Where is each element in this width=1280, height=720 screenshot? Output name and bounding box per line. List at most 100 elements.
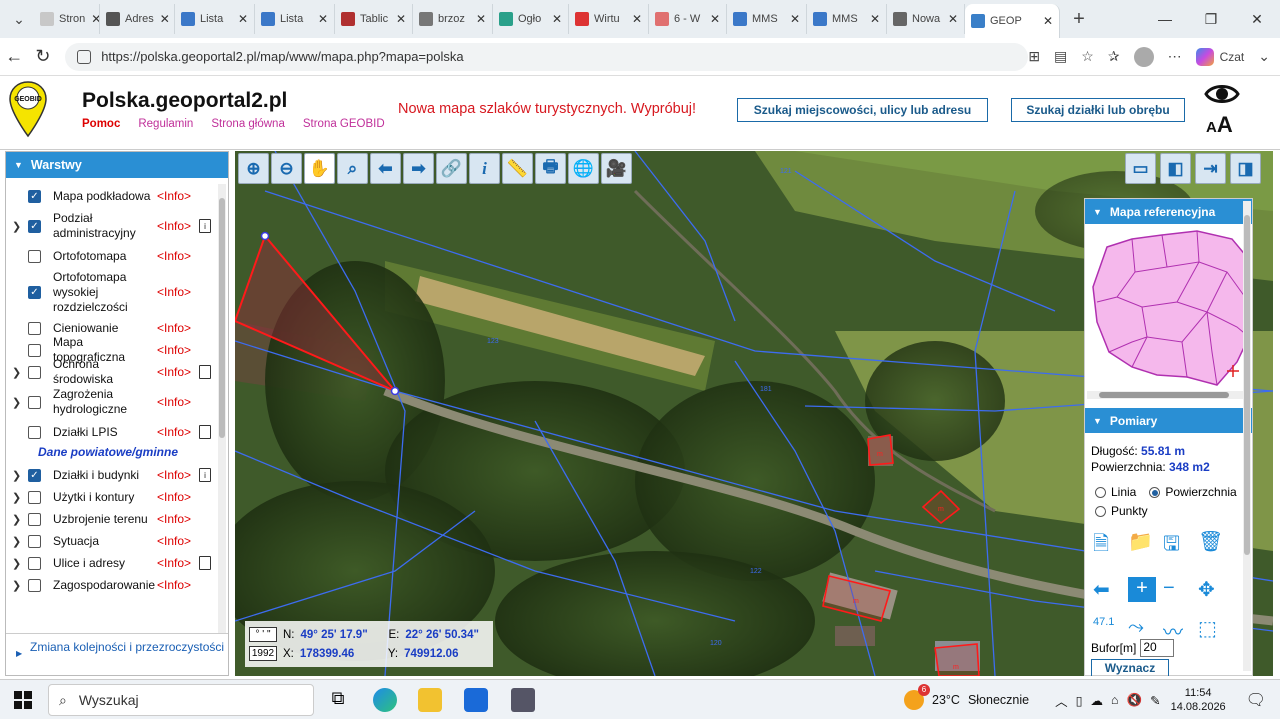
layer-checkbox[interactable] bbox=[28, 534, 41, 548]
expand-chevron-icon[interactable]: ❯ bbox=[12, 396, 21, 409]
save-icon[interactable]: 🖫 bbox=[1163, 529, 1198, 563]
layer-checkbox[interactable] bbox=[28, 578, 41, 592]
search-address-button[interactable]: Szukaj miejscowości, ulicy lub adresu bbox=[737, 98, 988, 122]
layer-info-link[interactable]: <Info> bbox=[157, 365, 191, 379]
tab-close-icon[interactable]: ✕ bbox=[784, 12, 800, 26]
layer-checkbox[interactable]: ✓ bbox=[28, 285, 41, 299]
geobid-logo[interactable]: GEOBID bbox=[8, 80, 48, 138]
tab-close-icon[interactable]: ✕ bbox=[1037, 14, 1053, 28]
tray-cloud-icon[interactable]: ☁ bbox=[1091, 693, 1104, 708]
browser-tab[interactable]: Adres ✕ bbox=[100, 4, 175, 34]
browser-tab[interactable]: Nowa ✕ bbox=[887, 4, 965, 34]
clock[interactable]: 11:54 14.08.2026 bbox=[1171, 686, 1226, 714]
expand-chevron-icon[interactable]: ❯ bbox=[12, 535, 21, 548]
layer-checkbox[interactable]: ✓ bbox=[28, 189, 41, 203]
layout-left-icon[interactable]: ◧ bbox=[1160, 153, 1191, 184]
add-vertex-icon[interactable]: + bbox=[1128, 577, 1156, 602]
layer-checkbox[interactable] bbox=[28, 365, 41, 379]
promo-link[interactable]: Nowa mapa szlaków turystycznych. Wypróbu… bbox=[398, 101, 696, 117]
terms-link[interactable]: Regulamin bbox=[138, 118, 193, 130]
layer-item[interactable]: Ortofotomapa <Info> bbox=[6, 246, 214, 266]
layer-checkbox[interactable] bbox=[28, 556, 41, 570]
new-tab-plus-icon[interactable]: + bbox=[1064, 4, 1094, 34]
layer-doc-icon[interactable] bbox=[199, 365, 212, 379]
favorite-star-icon[interactable]: ☆ bbox=[1081, 48, 1094, 65]
home-link[interactable]: Strona główna bbox=[211, 118, 285, 130]
browser-tab[interactable]: GEOP ✕ bbox=[965, 4, 1060, 38]
panel-scrollbar[interactable] bbox=[1243, 201, 1251, 671]
task-view-icon[interactable]: ⧉ bbox=[326, 688, 350, 712]
geobid-link[interactable]: Strona GEOBID bbox=[303, 118, 385, 130]
layer-checkbox[interactable] bbox=[28, 512, 41, 526]
layer-info-link[interactable]: <Info> bbox=[157, 189, 191, 203]
layer-info-link[interactable]: <Info> bbox=[157, 395, 191, 409]
tab-close-icon[interactable]: ✕ bbox=[390, 12, 406, 26]
layer-info-link[interactable]: <Info> bbox=[157, 219, 191, 233]
layers-scrollbar[interactable] bbox=[218, 184, 226, 634]
layer-info-doc-icon[interactable]: i bbox=[199, 468, 212, 482]
tab-close-icon[interactable]: ✕ bbox=[154, 12, 170, 26]
expand-chevron-icon[interactable]: ❯ bbox=[12, 366, 21, 379]
zoom-window-icon[interactable]: ⌕ bbox=[337, 153, 368, 184]
layer-info-link[interactable]: <Info> bbox=[157, 343, 191, 357]
layer-item[interactable]: ❯ ✓ Działki i budynki <Info> i bbox=[6, 465, 214, 485]
layer-checkbox[interactable] bbox=[28, 490, 41, 504]
expand-chevron-icon[interactable]: ❯ bbox=[12, 491, 21, 504]
minimize-icon[interactable]: — bbox=[1142, 11, 1188, 28]
tray-chevron-icon[interactable]: ︿ bbox=[1055, 691, 1068, 710]
browser-tab[interactable]: brzoz ✕ bbox=[413, 4, 493, 34]
zoom-out-icon[interactable]: ⊖ bbox=[271, 153, 302, 184]
browser-tab[interactable]: Wirtu ✕ bbox=[569, 4, 649, 34]
camera-icon[interactable]: 🎥 bbox=[601, 153, 632, 184]
back-arrow-icon[interactable]: ← bbox=[0, 46, 29, 67]
layer-checkbox[interactable] bbox=[28, 395, 41, 409]
buffer-input[interactable]: 20 bbox=[1140, 639, 1175, 657]
layer-doc-icon[interactable] bbox=[199, 425, 212, 439]
tray-pen-icon[interactable]: ✎ bbox=[1150, 693, 1160, 708]
clipboard-app-icon[interactable] bbox=[511, 688, 535, 712]
layer-checkbox[interactable]: ✓ bbox=[28, 468, 41, 482]
layer-info-link[interactable]: <Info> bbox=[157, 425, 191, 439]
crs-1992-button[interactable]: 1992 bbox=[249, 646, 277, 661]
windows-start-icon[interactable] bbox=[14, 691, 32, 709]
layers-panel-header[interactable]: ▼ Warstwy bbox=[6, 152, 228, 178]
layer-checkbox[interactable] bbox=[28, 321, 41, 335]
layer-item[interactable]: ✓ Ortofotomapa wysokiej rozdzielczości <In… bbox=[6, 268, 214, 316]
new-document-icon[interactable]: 🗎 bbox=[1093, 529, 1128, 563]
browser-tab[interactable]: Tablic ✕ bbox=[335, 4, 413, 34]
layer-info-link[interactable]: <Info> bbox=[157, 321, 191, 335]
pan-hand-icon[interactable]: ✋ bbox=[304, 153, 335, 184]
expand-chevron-icon[interactable]: ❯ bbox=[12, 469, 21, 482]
tab-close-icon[interactable]: ✕ bbox=[312, 12, 328, 26]
close-window-icon[interactable]: ✕ bbox=[1234, 11, 1280, 28]
layer-order-link[interactable]: ▶ Zmiana kolejności i przezroczystości bbox=[6, 633, 228, 675]
notifications-icon[interactable]: 🗨 bbox=[1246, 690, 1266, 710]
taskbar-search[interactable]: ⌕ Wyszukaj bbox=[48, 684, 314, 716]
layout-right-icon[interactable]: ◨ bbox=[1230, 153, 1261, 184]
layer-item[interactable]: ❯ Zagospodarowanie <Info> bbox=[6, 575, 214, 595]
tab-actions-chevron-icon[interactable]: ⌄ bbox=[4, 4, 34, 34]
move-vertex-icon[interactable]: ✥ bbox=[1198, 577, 1233, 602]
layer-item[interactable]: ❯ ✓ Podział administracyjny <Info> i bbox=[6, 208, 214, 244]
copilot-button[interactable]: Czat bbox=[1195, 47, 1244, 66]
file-explorer-icon[interactable] bbox=[418, 688, 442, 712]
search-parcel-button[interactable]: Szukaj działki lub obrębu bbox=[1011, 98, 1185, 122]
browser-tab[interactable]: 6 - W ✕ bbox=[649, 4, 727, 34]
calculate-button[interactable]: Wyznacz bbox=[1091, 659, 1169, 676]
split-screen-icon[interactable]: ⊞ bbox=[1028, 48, 1040, 65]
favorites-icon[interactable]: ✰ bbox=[1108, 48, 1120, 65]
contrast-eye-icon[interactable] bbox=[1204, 82, 1240, 106]
sidebar-chevron-icon[interactable]: ⌄ bbox=[1258, 48, 1270, 65]
tab-close-icon[interactable]: ✕ bbox=[470, 12, 486, 26]
map-canvas[interactable]: 121 123 181 122 120 m m m m ⊕ ⊖ ✋ ⌕ ⬅ ➡ … bbox=[235, 151, 1273, 676]
zoom-in-icon[interactable]: ⊕ bbox=[238, 153, 269, 184]
expand-chevron-icon[interactable]: ❯ bbox=[12, 579, 21, 592]
tab-close-icon[interactable]: ✕ bbox=[704, 12, 720, 26]
layer-item[interactable]: ❯ Zagrożenia hydrologiczne <Info> bbox=[6, 384, 214, 420]
open-folder-icon[interactable]: 📁 bbox=[1128, 529, 1163, 563]
tab-close-icon[interactable]: ✕ bbox=[546, 12, 562, 26]
dms-toggle-button[interactable]: ° ' " bbox=[249, 627, 277, 642]
layout-full-icon[interactable]: ▭ bbox=[1125, 153, 1156, 184]
layer-info-link[interactable]: <Info> bbox=[157, 249, 191, 263]
reload-icon[interactable]: ↻ bbox=[29, 46, 58, 67]
